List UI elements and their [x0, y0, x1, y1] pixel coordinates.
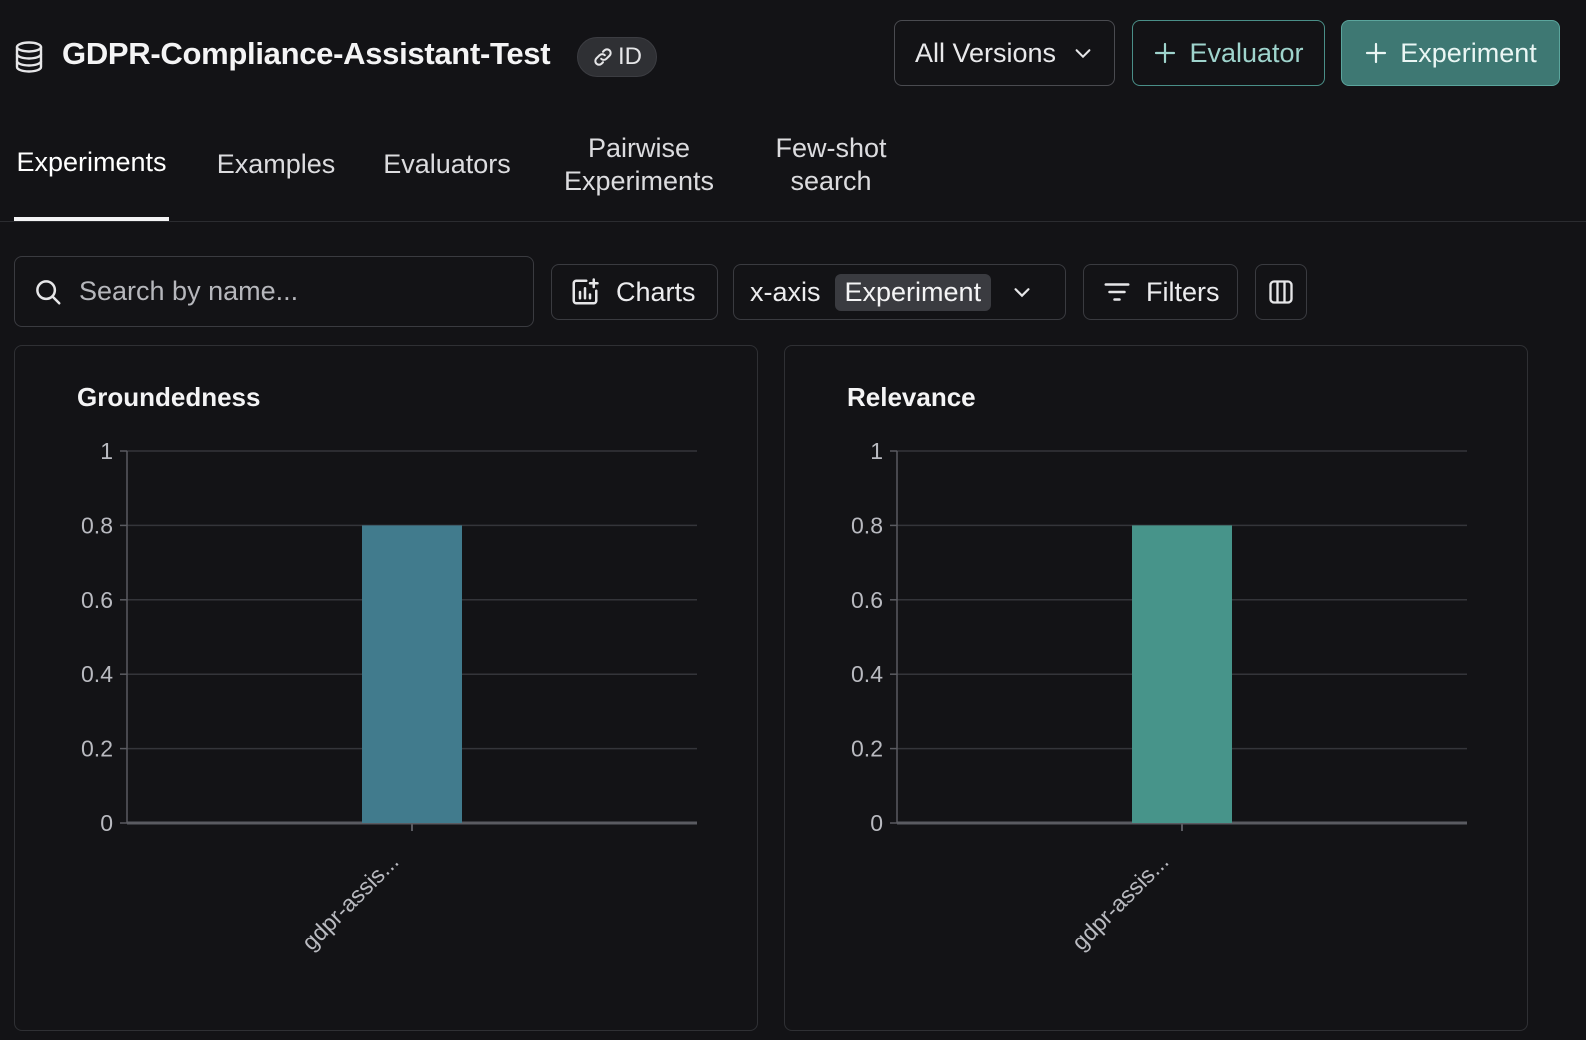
- y-tick-label: 1: [870, 438, 883, 464]
- evaluator-button-label: Evaluator: [1189, 37, 1304, 68]
- y-tick-label: 0.8: [81, 512, 113, 538]
- copy-id-chip[interactable]: ID: [577, 37, 657, 77]
- chevron-down-icon: [1075, 49, 1091, 59]
- tab-bar: Experiments Examples Evaluators Pairwise…: [0, 108, 1586, 222]
- tab-examples[interactable]: Examples: [210, 108, 342, 221]
- x-axis-selector[interactable]: x-axis Experiment: [733, 264, 1066, 320]
- chart-add-icon: [572, 278, 599, 305]
- versions-label: All Versions: [914, 37, 1057, 68]
- versions-dropdown[interactable]: All Versions: [894, 20, 1115, 86]
- add-experiment-button[interactable]: Experiment: [1341, 20, 1560, 86]
- filters-button[interactable]: Filters: [1083, 264, 1238, 320]
- filter-icon: [1104, 283, 1130, 301]
- chevron-down-icon: [1014, 288, 1030, 298]
- tab-experiments[interactable]: Experiments: [14, 108, 169, 221]
- y-tick-label: 0.2: [81, 736, 113, 762]
- y-tick-label: 0.2: [851, 736, 883, 762]
- x-axis-label: x-axis: [750, 276, 821, 307]
- charts-button[interactable]: Charts: [551, 264, 718, 320]
- y-tick-label: 0.6: [81, 587, 113, 613]
- columns-icon: [1269, 280, 1293, 304]
- add-evaluator-button[interactable]: Evaluator: [1132, 20, 1325, 86]
- database-icon: [15, 41, 43, 73]
- y-tick-label: 0.4: [851, 661, 883, 687]
- charts-label: Charts: [616, 276, 696, 307]
- chart-panel-relevance: Relevance 0 0.2 0.4 0.6 0.8 1 gdpr-assis...: [784, 345, 1528, 1031]
- tab-evaluators[interactable]: Evaluators: [380, 108, 514, 221]
- bar: [1132, 525, 1232, 823]
- y-tick-label: 0.4: [81, 661, 113, 687]
- bar: [362, 525, 462, 823]
- search-box: [14, 256, 534, 327]
- tab-pairwise-experiments[interactable]: Pairwise Experiments: [556, 108, 722, 221]
- filters-label: Filters: [1146, 276, 1220, 307]
- x-tick-label: gdpr-assis...: [297, 848, 404, 955]
- bar-chart-groundedness: 0 0.2 0.4 0.6 0.8 1 gdpr-assis...: [81, 438, 697, 955]
- page-header: GDPR-Compliance-Assistant-Test ID All Ve…: [0, 0, 1586, 110]
- search-icon: [36, 279, 61, 304]
- search-input[interactable]: [79, 276, 479, 307]
- link-icon: [594, 48, 612, 66]
- y-tick-label: 1: [100, 438, 113, 464]
- tab-few-shot-search[interactable]: Few-shot search: [766, 108, 896, 221]
- id-chip-label: ID: [618, 43, 642, 70]
- chart-panel-groundedness: Groundedness 0 0.2 0.4 0.6 0.8 1 gdpr-assis...: [14, 345, 758, 1031]
- y-tick-label: 0: [870, 810, 883, 836]
- bar-chart-relevance: 0 0.2 0.4 0.6 0.8 1 gdpr-assis...: [851, 438, 1467, 955]
- experiment-button-label: Experiment: [1400, 37, 1537, 68]
- y-tick-label: 0: [100, 810, 113, 836]
- x-axis-value: Experiment: [834, 273, 992, 311]
- x-tick-label: gdpr-assis...: [1067, 848, 1174, 955]
- y-tick-label: 0.8: [851, 512, 883, 538]
- plus-icon: [1366, 42, 1387, 64]
- plus-icon: [1155, 42, 1176, 64]
- y-tick-label: 0.6: [851, 587, 883, 613]
- columns-toggle-button[interactable]: [1255, 264, 1307, 320]
- page-title: GDPR-Compliance-Assistant-Test: [62, 36, 551, 71]
